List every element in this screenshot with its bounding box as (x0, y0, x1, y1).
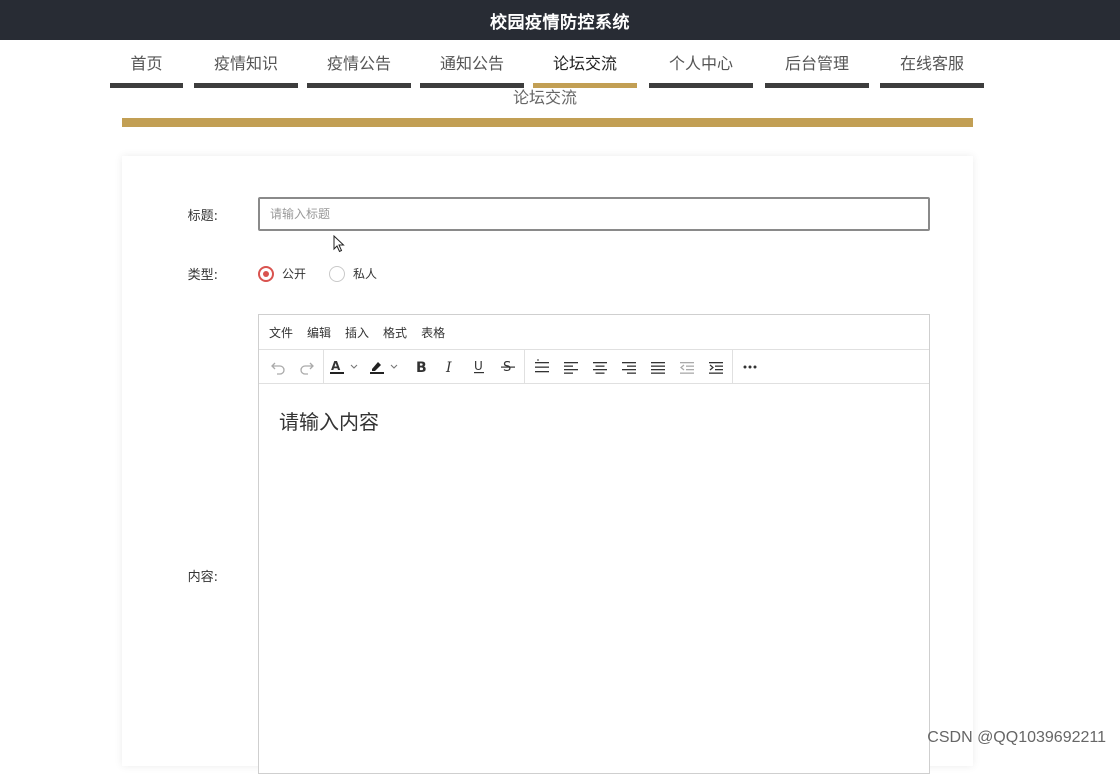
strikethrough-icon[interactable]: S (493, 353, 522, 381)
title-label: 标题: (187, 209, 218, 224)
app-title-bar: 校园疫情防控系统 (0, 0, 1120, 40)
editor-placeholder: 请输入内容 (279, 410, 379, 434)
italic-icon[interactable]: I (435, 353, 464, 381)
app-title: 校园疫情防控系统 (490, 12, 630, 33)
toolbar-separator (323, 350, 324, 383)
more-icon[interactable] (735, 353, 764, 381)
page-subtitle-wrap: 论坛交流 (0, 88, 1090, 108)
undo-icon[interactable] (263, 353, 292, 381)
type-radio-private[interactable]: 私人 (329, 265, 377, 282)
highlight-icon[interactable] (366, 353, 406, 381)
indent-icon[interactable] (701, 353, 730, 381)
nav-item-epidemic-announcement[interactable]: 疫情公告 (307, 41, 411, 88)
editor-toolbar: A B I U S (259, 350, 929, 384)
rich-text-editor: 文件 编辑 插入 格式 表格 A B I U S 请输入内容 (258, 314, 930, 774)
line-height-icon[interactable] (527, 353, 556, 381)
svg-text:A: A (331, 359, 341, 373)
align-left-icon[interactable] (556, 353, 585, 381)
mouse-cursor-icon (333, 234, 346, 257)
bold-icon[interactable]: B (406, 353, 435, 381)
type-radio-private-label: 私人 (353, 267, 378, 281)
radio-circle-checked (258, 265, 274, 282)
watermark: CSDN @QQ1039692211 (927, 729, 1106, 746)
align-justify-icon[interactable] (643, 353, 672, 381)
nav-item-admin[interactable]: 后台管理 (765, 41, 869, 88)
nav-item-home[interactable]: 首页 (110, 41, 183, 88)
menu-file[interactable]: 文件 (269, 324, 293, 341)
type-radio-public-label: 公开 (282, 267, 307, 281)
svg-text:I: I (445, 360, 452, 375)
type-label: 类型: (187, 268, 218, 283)
nav-item-notice[interactable]: 通知公告 (420, 41, 524, 88)
content-label: 内容: (187, 570, 218, 585)
toolbar-separator (524, 350, 525, 383)
align-center-icon[interactable] (585, 353, 614, 381)
align-right-icon[interactable] (614, 353, 643, 381)
type-radio-public[interactable]: 公开 (258, 265, 306, 282)
page-subtitle: 论坛交流 (512, 88, 577, 107)
menu-format[interactable]: 格式 (383, 324, 407, 341)
menu-edit[interactable]: 编辑 (307, 324, 331, 341)
outdent-icon[interactable] (672, 353, 701, 381)
toolbar-separator (732, 350, 733, 383)
svg-text:B: B (416, 360, 427, 375)
text-color-icon[interactable]: A (326, 353, 366, 381)
main-nav: 首页 疫情知识 疫情公告 通知公告 论坛交流 个人中心 后台管理 在线客服 (0, 41, 1120, 89)
nav-item-online-service[interactable]: 在线客服 (880, 41, 984, 88)
nav-item-personal-center[interactable]: 个人中心 (649, 41, 753, 88)
editor-content-area[interactable]: 请输入内容 (259, 384, 929, 457)
editor-menubar: 文件 编辑 插入 格式 表格 (259, 315, 929, 350)
svg-text:U: U (474, 359, 483, 373)
menu-table[interactable]: 表格 (421, 324, 445, 341)
nav-item-epidemic-knowledge[interactable]: 疫情知识 (194, 41, 298, 88)
nav-item-forum[interactable]: 论坛交流 (533, 41, 637, 88)
title-input[interactable] (258, 197, 930, 231)
menu-insert[interactable]: 插入 (345, 324, 369, 341)
radio-circle (329, 265, 345, 282)
underline-icon[interactable]: U (464, 353, 493, 381)
section-divider (122, 118, 973, 127)
redo-icon[interactable] (292, 353, 321, 381)
